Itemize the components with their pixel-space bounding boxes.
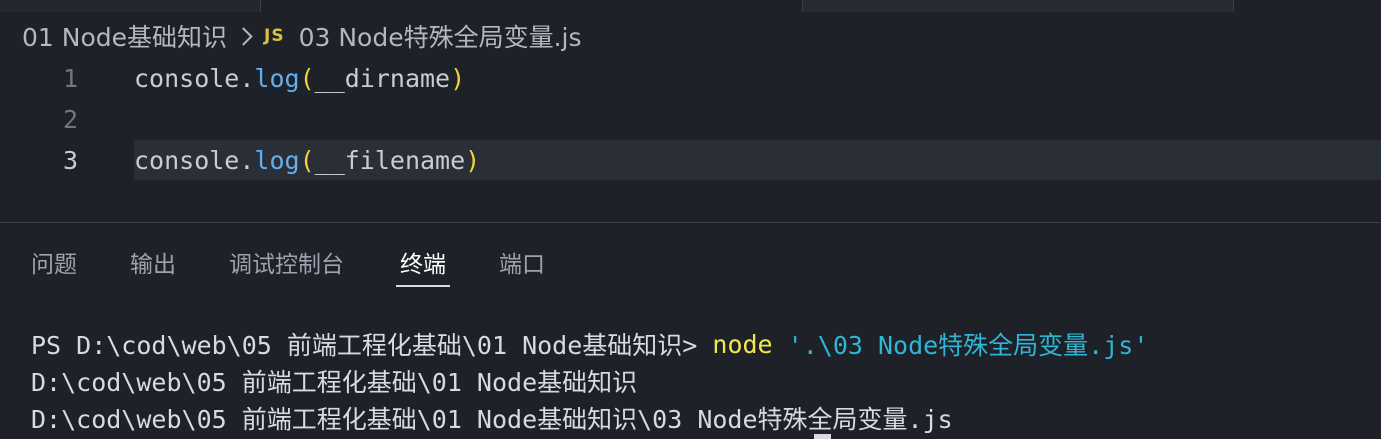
code-token-dot: . — [239, 145, 255, 175]
terminal-cursor — [814, 434, 831, 439]
code-token-argument: __dirname — [314, 63, 451, 93]
line-content[interactable] — [134, 99, 1381, 139]
tab-separator — [1233, 0, 1234, 12]
tab-problems[interactable]: 问题 — [31, 238, 77, 286]
line-number: 1 — [62, 63, 78, 93]
code-token-paren-close: ) — [465, 145, 481, 175]
code-token-paren-open: ( — [299, 63, 315, 93]
breadcrumb: 01 Node基础知识 JS 03 Node特殊全局变量.js — [22, 19, 582, 53]
javascript-file-icon: JS — [264, 26, 285, 46]
terminal-prompt: PS D:\cod\web\05 前端工程化基础\01 Node基础知识> — [31, 331, 713, 360]
line-content[interactable]: console. log(__filename) — [134, 140, 1381, 180]
code-token-argument: __filename — [314, 145, 466, 175]
code-token-paren-close: ) — [450, 63, 466, 93]
code-token-dot: . — [239, 63, 255, 93]
breadcrumb-file[interactable]: 03 Node特殊全局变量.js — [299, 18, 582, 54]
code-token-object: console — [134, 145, 240, 175]
terminal-command-line: PS D:\cod\web\05 前端工程化基础\01 Node基础知识> no… — [31, 325, 1148, 363]
panel-tab-bar: 问题 输出 调试控制台 终端 端口 — [0, 238, 1381, 288]
line-number: 3 — [62, 145, 78, 175]
terminal[interactable]: PS D:\cod\web\05 前端工程化基础\01 Node基础知识> no… — [0, 325, 1381, 439]
chevron-right-icon — [234, 26, 253, 46]
terminal-output-line: D:\cod\web\05 前端工程化基础\01 Node基础知识 — [31, 368, 638, 397]
terminal-output-line: D:\cod\web\05 前端工程化基础\01 Node基础知识\03 Nod… — [31, 405, 953, 434]
tab-strip-segment — [0, 0, 260, 12]
code-line[interactable]: 1 console. log(__dirname) — [0, 58, 1381, 98]
code-token-function: log — [254, 63, 300, 93]
tab-debug-console[interactable]: 调试控制台 — [229, 238, 344, 286]
code-token-paren-open: ( — [299, 145, 315, 175]
editor-tab-strip — [0, 0, 1381, 12]
code-token-function: log — [254, 145, 300, 175]
code-token-object: console — [134, 63, 240, 93]
tab-ports[interactable]: 端口 — [499, 238, 545, 286]
terminal-command: node — [712, 329, 773, 359]
tab-output[interactable]: 输出 — [130, 238, 176, 286]
line-number: 2 — [62, 104, 78, 134]
code-line[interactable]: 2 — [0, 99, 1381, 139]
code-editor[interactable]: 1 console. log(__dirname) 2 3 console. log… — [0, 58, 1381, 183]
tab-terminal[interactable]: 终端 — [396, 238, 450, 287]
code-line-active[interactable]: 3 console. log(__filename) — [0, 140, 1381, 180]
breadcrumb-folder[interactable]: 01 Node基础知识 — [22, 18, 227, 54]
panel-divider[interactable] — [0, 222, 1381, 223]
tab-strip-segment — [803, 0, 1233, 12]
terminal-argument: '.\03 Node特殊全局变量.js' — [772, 331, 1149, 360]
line-content[interactable]: console. log(__dirname) — [134, 58, 1381, 98]
tab-separator — [260, 0, 261, 12]
